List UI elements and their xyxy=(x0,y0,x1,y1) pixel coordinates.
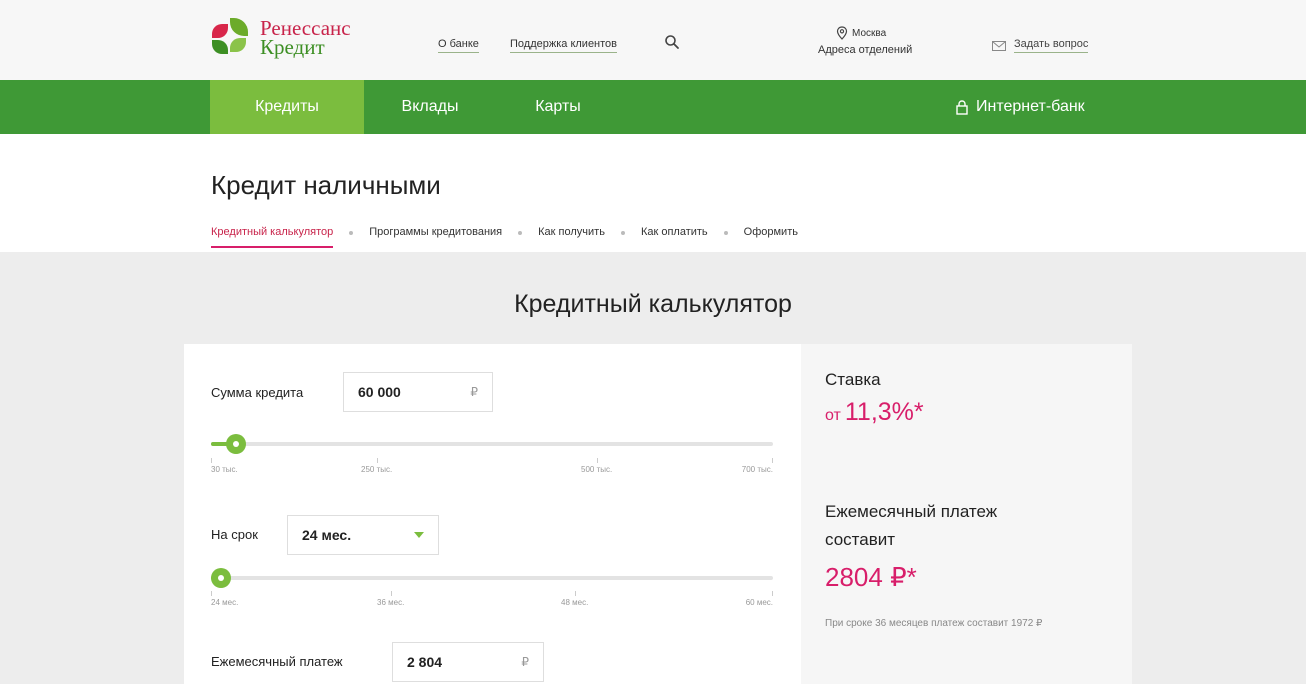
city-name: Москва xyxy=(852,27,887,39)
term-label: На срок xyxy=(211,527,258,542)
nav-cards[interactable]: Карты xyxy=(508,80,608,134)
logo-leaves-icon xyxy=(210,18,254,58)
bank-logo[interactable]: Ренессанс Кредит xyxy=(210,18,351,58)
payment-label-line2: составит xyxy=(825,530,896,549)
term-select[interactable]: 24 мес. xyxy=(287,515,439,555)
subnav-separator xyxy=(518,231,523,235)
term-value: 24 мес. xyxy=(302,527,352,543)
rate-label: Ставка xyxy=(825,370,881,389)
search-icon[interactable] xyxy=(664,34,680,50)
monthly-payment-input[interactable]: 2 804 ₽ xyxy=(392,642,544,682)
amount-label: Сумма кредита xyxy=(211,385,304,400)
about-bank-link[interactable]: О банке xyxy=(438,38,479,53)
subnav-apply[interactable]: Оформить xyxy=(744,226,798,248)
calculator-title: Кредитный калькулятор xyxy=(514,290,792,318)
term-tick: 60 мес. xyxy=(745,591,774,607)
term-slider[interactable] xyxy=(211,568,773,588)
subnav-how-to-pay[interactable]: Как оплатить xyxy=(641,226,708,248)
term-tick: 24 мес. xyxy=(211,591,239,607)
subnav-how-to-get[interactable]: Как получить xyxy=(538,226,605,248)
logo-text: Ренессанс Кредит xyxy=(260,18,351,59)
amount-tick: 500 тыс. xyxy=(581,458,613,474)
subnav-programs[interactable]: Программы кредитования xyxy=(369,226,502,248)
term-slider-handle[interactable] xyxy=(211,568,231,588)
monthly-payment-currency: ₽ xyxy=(521,655,529,669)
rate-prefix: от xyxy=(825,407,841,424)
ask-question-label: Задать вопрос xyxy=(1014,38,1089,53)
envelope-icon xyxy=(992,40,1006,51)
client-support-link[interactable]: Поддержка клиентов xyxy=(510,38,618,53)
top-header: Ренессанс Кредит О банке Поддержка клиен… xyxy=(0,0,1306,80)
amount-tick: 700 тыс. xyxy=(741,458,774,474)
payment-label-line1: Ежемесячный платеж xyxy=(825,502,998,521)
main-nav: Кредиты Вклады Карты Интернет-банк xyxy=(0,80,1306,134)
logo-line2: Кредит xyxy=(260,35,325,59)
amount-input[interactable]: 60 000 ₽ xyxy=(343,372,493,412)
payment-note: При сроке 36 месяцев платеж составит 197… xyxy=(825,618,1043,629)
section-subnav: Кредитный калькулятор Программы кредитов… xyxy=(211,226,798,248)
amount-tick: 30 тыс. xyxy=(211,458,238,474)
city-selector[interactable]: Москва Адреса отделений xyxy=(818,26,912,56)
nav-credits[interactable]: Кредиты xyxy=(210,80,364,134)
location-pin-icon xyxy=(836,26,848,40)
monthly-payment-value: 2 804 xyxy=(407,654,443,670)
subnav-separator xyxy=(349,231,354,235)
nav-deposits[interactable]: Вклады xyxy=(372,80,488,134)
term-tick: 36 мес. xyxy=(377,591,405,607)
lock-icon xyxy=(956,99,968,115)
monthly-payment-result: 2804 ₽* xyxy=(825,562,917,592)
internet-bank-link[interactable]: Интернет-банк xyxy=(956,80,1085,134)
term-tick: 48 мес. xyxy=(561,591,589,607)
ask-question-link[interactable]: Задать вопрос xyxy=(992,38,1089,53)
amount-value: 60 000 xyxy=(358,384,401,400)
monthly-payment-label: Ежемесячный платеж xyxy=(211,654,343,669)
chevron-down-icon xyxy=(414,532,424,538)
amount-currency: ₽ xyxy=(470,385,478,399)
subnav-separator xyxy=(723,231,728,235)
internet-bank-label: Интернет-банк xyxy=(976,98,1085,115)
rate-value: 11,3%* xyxy=(844,398,924,426)
subnav-calculator[interactable]: Кредитный калькулятор xyxy=(211,226,334,248)
subnav-separator xyxy=(620,231,625,235)
amount-slider[interactable] xyxy=(211,434,773,454)
rate-display: от 11,3%* xyxy=(825,398,924,427)
amount-tick: 250 тыс. xyxy=(361,458,393,474)
page-title-area: Кредит наличными Кредитный калькулятор П… xyxy=(0,134,1306,252)
branches-link[interactable]: Адреса отделений xyxy=(818,44,912,56)
page-title: Кредит наличными xyxy=(211,170,441,200)
